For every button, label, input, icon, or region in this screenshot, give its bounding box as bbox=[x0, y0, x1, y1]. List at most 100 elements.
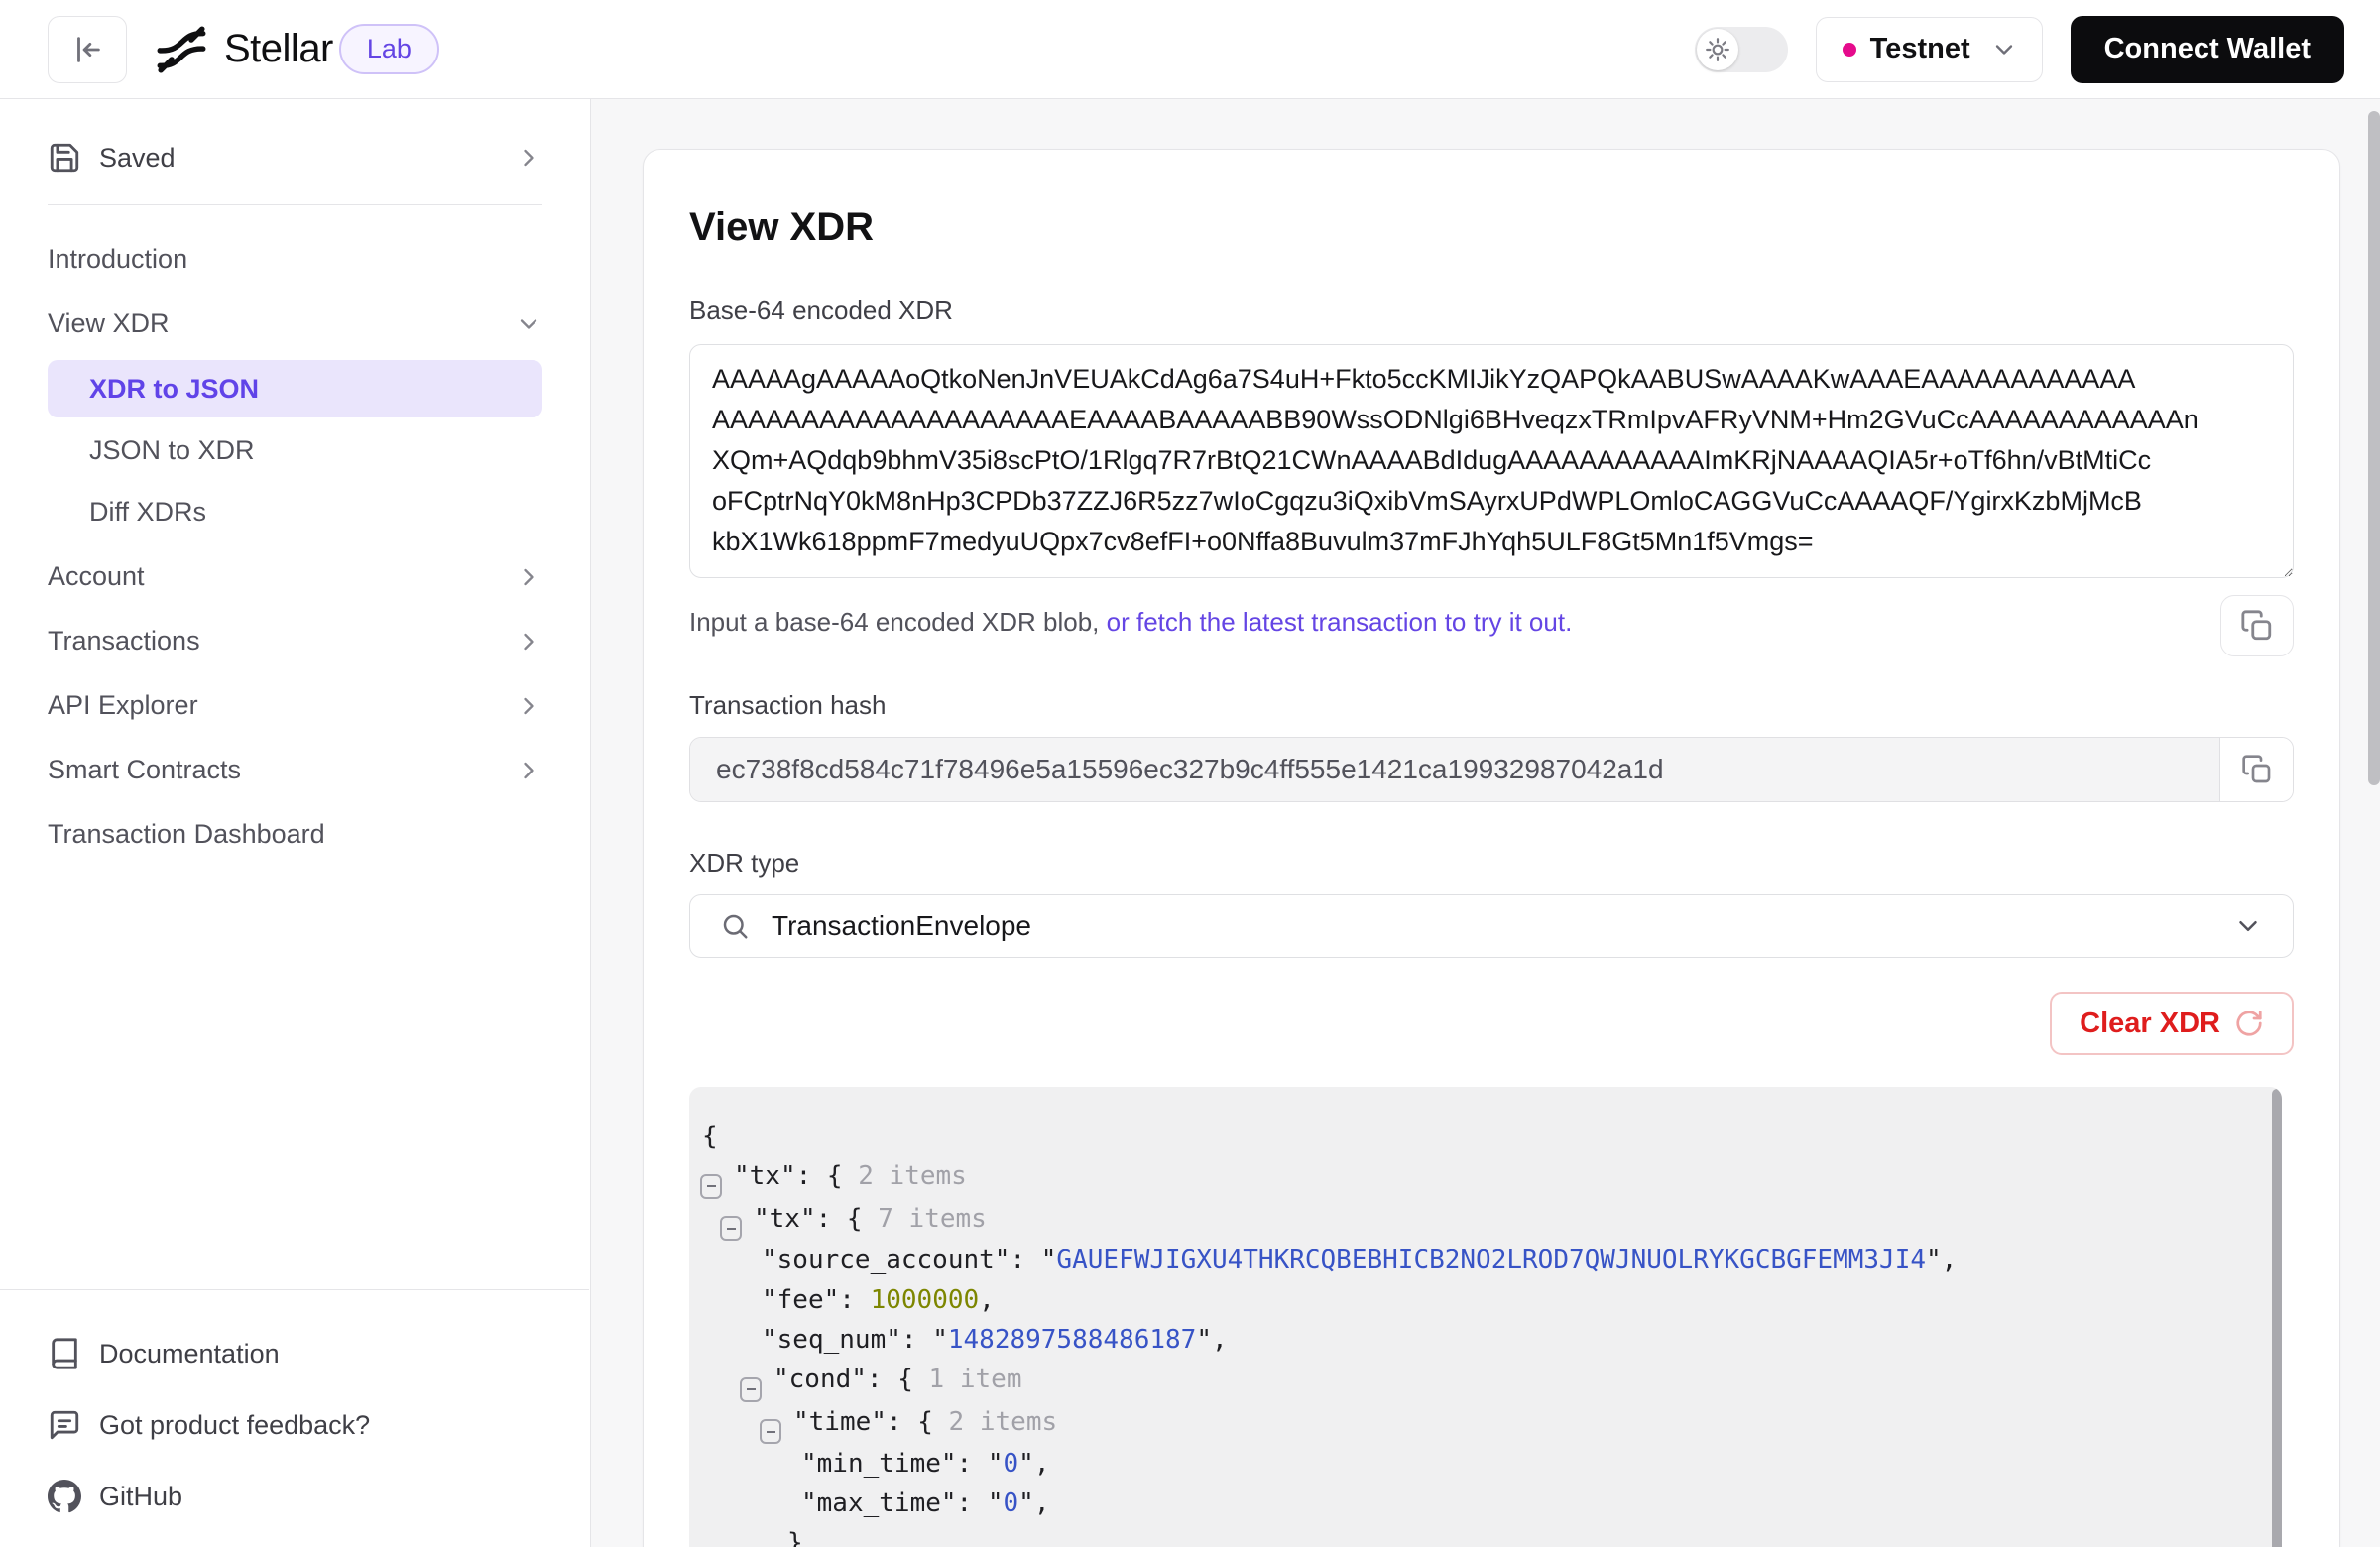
json-token-meta: 1 item bbox=[929, 1365, 1022, 1394]
sidebar-item-transactions[interactable]: Transactions bbox=[48, 609, 542, 673]
json-row: "source_account": "GAUEFWJIGXU4THKRCQBEB… bbox=[689, 1241, 2242, 1280]
copy-icon bbox=[2241, 754, 2273, 785]
json-token-punc: : { bbox=[867, 1365, 929, 1394]
sidebar: Saved Introduction View XDR XDR to JSON … bbox=[0, 99, 591, 1547]
json-viewer-rows: {"tx": { 2 items"tx": { 7 items"source_a… bbox=[689, 1117, 2242, 1547]
sidebar-link-documentation[interactable]: Documentation bbox=[48, 1318, 541, 1389]
json-token-punc: : { bbox=[796, 1161, 859, 1191]
json-token-punc: ", bbox=[1018, 1488, 1049, 1518]
copy-icon bbox=[2240, 609, 2274, 643]
github-icon bbox=[48, 1480, 81, 1513]
theme-toggle[interactable] bbox=[1695, 27, 1788, 72]
sidebar-item-introduction[interactable]: Introduction bbox=[48, 227, 542, 292]
json-token-str: 1482897588486187 bbox=[948, 1325, 1196, 1355]
json-token-punc: ", bbox=[1196, 1325, 1227, 1355]
sidebar-item-view-xdr[interactable]: View XDR bbox=[48, 292, 542, 356]
refresh-icon bbox=[2234, 1009, 2264, 1038]
json-token-num: 1000000 bbox=[871, 1285, 980, 1315]
clear-xdr-button[interactable]: Clear XDR bbox=[2050, 992, 2294, 1055]
book-icon bbox=[48, 1337, 81, 1370]
lab-badge: Lab bbox=[339, 24, 439, 74]
xdr-helper-text: Input a base-64 encoded XDR blob, or fet… bbox=[689, 595, 1572, 638]
sidebar-item-label: Account bbox=[48, 561, 497, 592]
search-icon bbox=[720, 911, 750, 941]
helper-static-text: Input a base-64 encoded XDR blob, bbox=[689, 607, 1107, 637]
json-token-punc: : " bbox=[1010, 1246, 1056, 1275]
json-row: "time": { 2 items bbox=[689, 1402, 2242, 1445]
sidebar-footer: Documentation Got product feedback? GitH… bbox=[0, 1289, 589, 1547]
json-viewer: {"tx": { 2 items"tx": { 7 items"source_a… bbox=[689, 1087, 2282, 1547]
stellar-logo-icon bbox=[153, 21, 210, 78]
chevron-down-icon bbox=[515, 310, 542, 338]
json-viewer-scrollbar[interactable] bbox=[2272, 1089, 2282, 1547]
json-token-punc: : " bbox=[957, 1488, 1004, 1518]
xdr-type-select[interactable]: TransactionEnvelope bbox=[689, 894, 2294, 958]
json-token-key: "max_time" bbox=[801, 1488, 957, 1518]
json-token-punc: : { bbox=[816, 1204, 879, 1234]
tx-hash-label: Transaction hash bbox=[689, 690, 2294, 721]
sidebar-item-label: View XDR bbox=[48, 308, 497, 339]
save-icon bbox=[48, 141, 81, 175]
sidebar-item-smart-contracts[interactable]: Smart Contracts bbox=[48, 738, 542, 802]
collapse-node-icon[interactable] bbox=[720, 1216, 742, 1241]
json-token-punc: ", bbox=[1926, 1246, 1957, 1275]
sidebar-link-feedback[interactable]: Got product feedback? bbox=[48, 1389, 541, 1461]
sidebar-collapse-button[interactable] bbox=[48, 16, 127, 83]
collapse-node-icon[interactable] bbox=[760, 1419, 781, 1444]
json-row: "seq_num": "1482897588486187", bbox=[689, 1320, 2242, 1360]
json-token-punc: : " bbox=[957, 1449, 1004, 1479]
json-token-punc: : bbox=[839, 1285, 870, 1315]
json-token-meta: 2 items bbox=[949, 1407, 1058, 1437]
panel-collapse-icon bbox=[70, 33, 104, 66]
sidebar-item-saved[interactable]: Saved bbox=[48, 127, 542, 188]
app-header: Stellar Lab Testnet Connect Wallet bbox=[0, 0, 2380, 99]
fetch-latest-transaction-link[interactable]: or fetch the latest transaction to try i… bbox=[1107, 607, 1573, 637]
view-xdr-card: View XDR Base-64 encoded XDR Input a bas… bbox=[643, 149, 2340, 1547]
json-token-key: "min_time" bbox=[801, 1449, 957, 1479]
json-row: "max_time": "0", bbox=[689, 1484, 2242, 1523]
collapse-node-icon[interactable] bbox=[700, 1174, 722, 1199]
sidebar-item-diff-xdrs[interactable]: Diff XDRs bbox=[48, 483, 542, 540]
sidebar-item-label: Saved bbox=[99, 143, 497, 174]
collapse-node-icon[interactable] bbox=[740, 1377, 762, 1402]
sidebar-item-label: Transaction Dashboard bbox=[48, 819, 542, 850]
network-status-dot bbox=[1843, 43, 1856, 57]
json-token-meta: 2 items bbox=[858, 1161, 967, 1191]
json-token-punc: { bbox=[702, 1122, 718, 1151]
sidebar-item-api-explorer[interactable]: API Explorer bbox=[48, 673, 542, 738]
chevron-right-icon bbox=[515, 757, 542, 784]
chevron-right-icon bbox=[515, 144, 542, 172]
page-scrollbar[interactable] bbox=[2368, 111, 2380, 785]
sidebar-item-transaction-dashboard[interactable]: Transaction Dashboard bbox=[48, 802, 542, 867]
copy-hash-button[interactable] bbox=[2219, 738, 2293, 801]
json-token-meta: 7 items bbox=[878, 1204, 987, 1234]
transaction-hash-value[interactable]: ec738f8cd584c71f78496e5a15596ec327b9c4ff… bbox=[690, 738, 2219, 801]
chevron-down-icon bbox=[1990, 36, 2018, 63]
json-token-key: "source_account" bbox=[762, 1246, 1010, 1275]
brand-name: Stellar bbox=[224, 27, 333, 71]
json-token-punc: : " bbox=[901, 1325, 948, 1355]
chevron-right-icon bbox=[515, 563, 542, 591]
sidebar-link-github[interactable]: GitHub bbox=[48, 1461, 541, 1532]
sidebar-item-json-to-xdr[interactable]: JSON to XDR bbox=[48, 421, 542, 479]
json-token-punc: , bbox=[979, 1285, 995, 1315]
light-mode-knob bbox=[1697, 29, 1738, 70]
sidebar-item-xdr-to-json[interactable]: XDR to JSON bbox=[48, 360, 542, 417]
main-content: View XDR Base-64 encoded XDR Input a bas… bbox=[591, 99, 2380, 1547]
json-token-key: "seq_num" bbox=[762, 1325, 901, 1355]
json-row: "tx": { 2 items bbox=[689, 1156, 2242, 1199]
json-row: "fee": 1000000, bbox=[689, 1280, 2242, 1320]
xdr-textarea[interactable] bbox=[689, 344, 2294, 578]
stellar-logo[interactable]: Stellar bbox=[153, 21, 333, 78]
json-token-key: "fee" bbox=[762, 1285, 839, 1315]
json-token-key: "time" bbox=[793, 1407, 887, 1437]
sidebar-item-account[interactable]: Account bbox=[48, 544, 542, 609]
copy-xdr-button[interactable] bbox=[2220, 595, 2294, 656]
sidebar-item-label: Transactions bbox=[48, 626, 497, 656]
json-token-punc: : { bbox=[887, 1407, 949, 1437]
feedback-bubble-icon bbox=[48, 1408, 81, 1442]
page-title: View XDR bbox=[689, 205, 2294, 250]
chevron-right-icon bbox=[515, 692, 542, 720]
connect-wallet-button[interactable]: Connect Wallet bbox=[2071, 16, 2344, 83]
network-select[interactable]: Testnet bbox=[1816, 17, 2043, 82]
